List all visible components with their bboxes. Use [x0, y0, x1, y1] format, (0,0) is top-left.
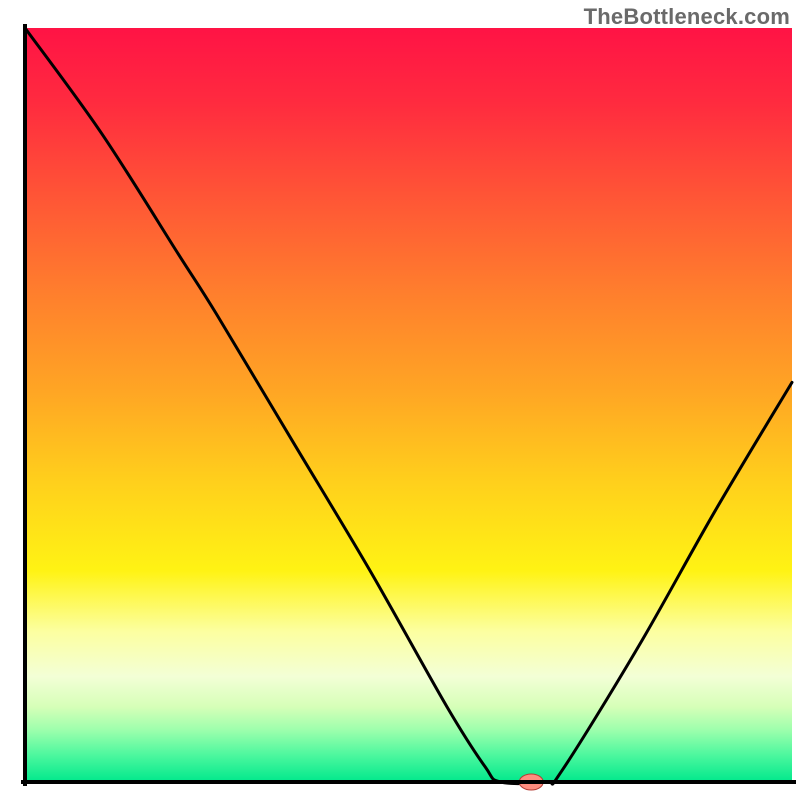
- plot-background: [25, 28, 792, 782]
- bottleneck-chart: TheBottleneck.com: [0, 0, 800, 800]
- watermark-text: TheBottleneck.com: [584, 4, 790, 30]
- chart-svg: [0, 0, 800, 800]
